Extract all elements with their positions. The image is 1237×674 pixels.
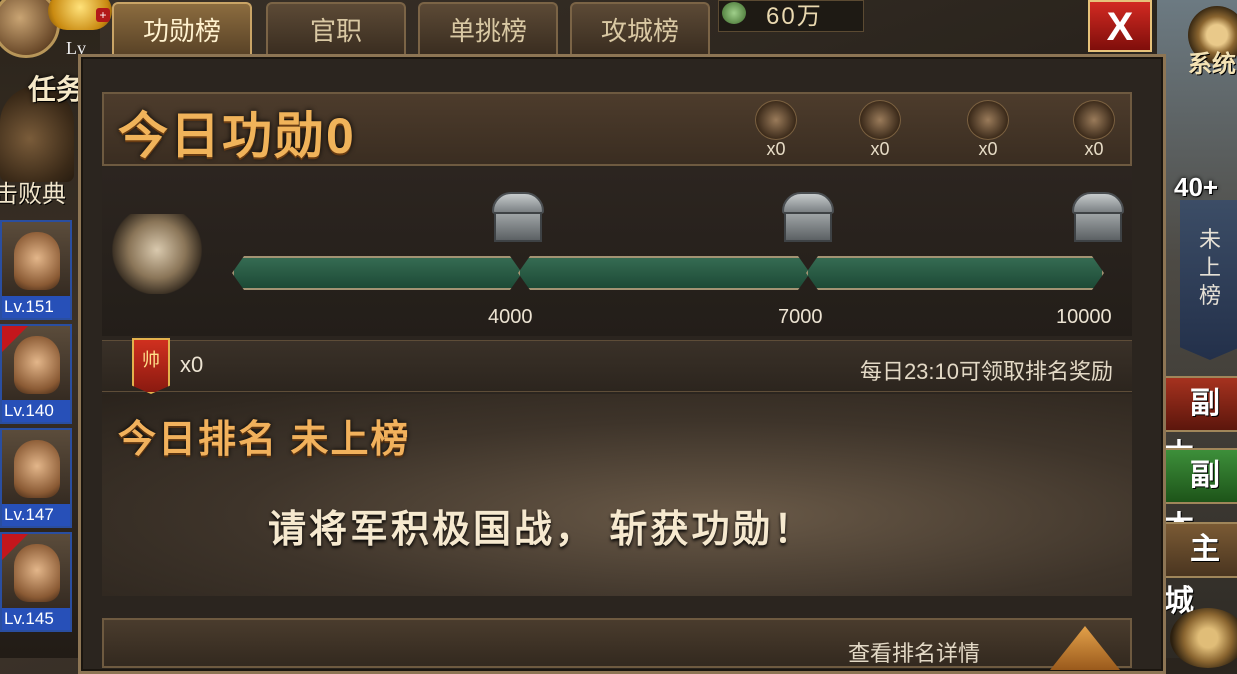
side-button-city[interactable]: 主城 [1162, 522, 1237, 618]
add-gold-icon[interactable]: + [96, 8, 110, 22]
merit-progress-area [102, 168, 1132, 336]
rank-emblem-icon [112, 214, 202, 294]
count-badge: 40+ [1174, 172, 1219, 202]
hero-card[interactable]: Lv.140 [0, 324, 72, 424]
tab-siege-ranking[interactable]: 攻城榜 [570, 2, 710, 54]
tab-official-rank[interactable]: 官职 [266, 2, 406, 54]
chest-icon[interactable] [780, 192, 836, 246]
jade-icon [722, 2, 746, 24]
ranking-message: 请将军积极国战， 斩获功勋！ [268, 509, 815, 551]
fortress-icon [859, 100, 901, 140]
hero-level: Lv.140 [2, 400, 70, 422]
merit-title: 今日功勋0 [118, 108, 356, 164]
task-label: 任务 [28, 74, 85, 105]
milestone-value: 10000 [1056, 306, 1112, 328]
hero-card[interactable]: Lv.145 [0, 532, 72, 632]
chest-box [784, 212, 832, 242]
side-button-dungeon[interactable]: 副本 [1162, 376, 1237, 472]
stat-fortress: x0 [856, 100, 904, 158]
expand-menu-icon[interactable] [1170, 608, 1237, 668]
hero-level: Lv.145 [2, 608, 70, 630]
resource-value: 60万 [766, 3, 823, 30]
close-button[interactable]: X [1088, 0, 1152, 52]
hero-level: Lv.151 [2, 296, 70, 318]
hero-portrait [14, 544, 60, 602]
hero-portrait [14, 336, 60, 394]
stat-count: x0 [1084, 139, 1104, 159]
stat-count: x0 [978, 139, 998, 159]
soldier-icon [755, 100, 797, 140]
milestone-value: 7000 [778, 306, 823, 328]
chest-lid [782, 192, 834, 214]
stat-count: x0 [870, 139, 890, 159]
stat-count: x0 [766, 139, 786, 159]
tab-duel-ranking[interactable]: 单挑榜 [418, 2, 558, 54]
hero-portrait [14, 440, 60, 498]
flag-count: x0 [180, 352, 204, 377]
system-label: 系统 [1188, 51, 1236, 78]
view-ranking-details-link[interactable]: 查看排名详情 [848, 636, 980, 668]
rank-banner-text: 未上榜 [1198, 227, 1221, 308]
progress-segment [518, 256, 810, 290]
progress-segment [806, 256, 1104, 290]
banner-icon [1073, 100, 1115, 140]
chest-lid [1072, 192, 1124, 214]
commander-flag-icon: 帅 [132, 338, 170, 394]
stat-soldier: x0 [752, 100, 800, 158]
reward-tip: 每日23:10可领取排名奖励 [859, 359, 1113, 384]
milestone-value: 4000 [488, 306, 533, 328]
hero-level: Lv.147 [2, 504, 70, 526]
progress-segment [232, 256, 522, 290]
ranking-title: 今日排名 未上榜 [118, 419, 411, 461]
hero-portrait [14, 232, 60, 290]
chest-icon[interactable] [490, 192, 546, 246]
defeat-label: 击败典 [0, 181, 66, 208]
stat-generals: x0 [964, 100, 1012, 158]
chest-box [1074, 212, 1122, 242]
hero-card[interactable]: Lv.151 [0, 220, 72, 320]
side-button-dungeon-2[interactable]: 副本 [1162, 448, 1237, 544]
chest-box [494, 212, 542, 242]
chest-icon[interactable] [1070, 192, 1126, 246]
tab-merit-ranking[interactable]: 功勋榜 [112, 2, 252, 54]
stat-banner: x0 [1070, 100, 1118, 158]
hero-card[interactable]: Lv.147 [0, 428, 72, 528]
general-pair-icon [967, 100, 1009, 140]
chest-lid [492, 192, 544, 214]
